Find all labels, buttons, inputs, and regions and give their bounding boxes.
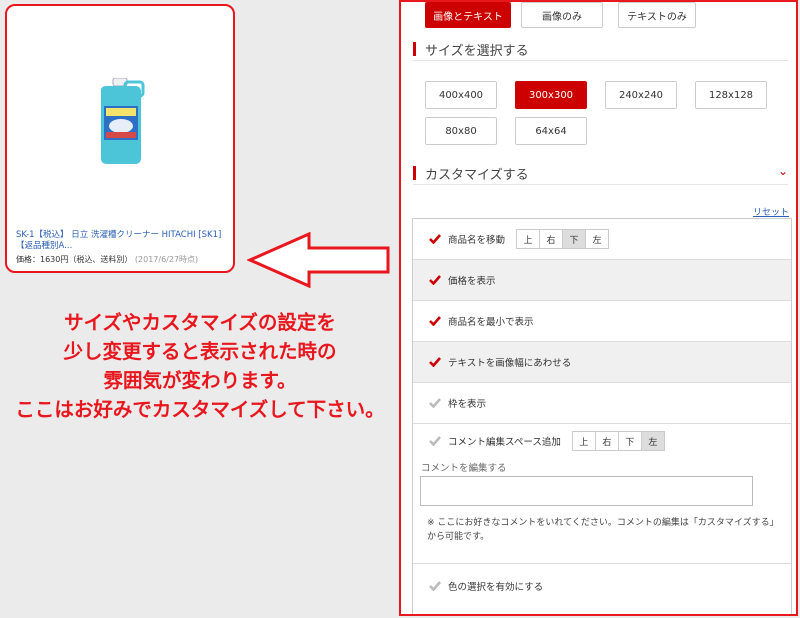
tab-image-and-text[interactable]: 画像とテキスト — [425, 2, 511, 28]
check-icon — [429, 316, 441, 326]
option-min-title[interactable]: 商品名を最小で表示 — [413, 301, 791, 342]
check-icon — [429, 581, 441, 591]
comment-position-top-button[interactable]: 上 — [571, 431, 596, 451]
size-80-button[interactable]: 80x80 — [425, 117, 497, 145]
position-bottom-button[interactable]: 下 — [562, 229, 587, 249]
comment-position-left-button[interactable]: 左 — [640, 431, 665, 451]
check-icon — [429, 275, 441, 285]
left-arrow-icon — [247, 232, 390, 288]
position-top-button[interactable]: 上 — [516, 229, 541, 249]
position-right-button[interactable]: 右 — [539, 229, 564, 249]
comment-position-buttons: 上 右 下 左 — [571, 431, 665, 451]
customize-section-header[interactable]: カスタマイズする ⌄ — [413, 162, 788, 185]
size-64-button[interactable]: 64x64 — [515, 117, 587, 145]
chevron-down-icon[interactable]: ⌄ — [778, 164, 788, 178]
check-icon — [429, 398, 441, 408]
size-240-button[interactable]: 240x240 — [605, 81, 677, 109]
instruction-message: サイズやカスタマイズの設定を 少し変更すると表示された時の 雰囲気が変わります。… — [15, 311, 385, 421]
comment-textarea[interactable] — [420, 476, 753, 506]
check-icon — [429, 234, 441, 244]
product-card[interactable]: SK-1【税込】 日立 洗濯槽クリーナー HITACHI [SK1] 【返品種別… — [5, 4, 235, 273]
size-128-button[interactable]: 128x128 — [695, 81, 767, 109]
size-300-button[interactable]: 300x300 — [515, 81, 587, 109]
title-position-buttons: 上 右 下 左 — [516, 229, 610, 249]
price-timestamp: (2017/6/27時点) — [134, 255, 199, 264]
tab-image-only[interactable]: 画像のみ — [521, 2, 603, 28]
reset-link[interactable]: リセット — [753, 205, 789, 218]
preview-area: SK-1【税込】 日立 洗濯槽クリーナー HITACHI [SK1] 【返品種別… — [0, 0, 400, 618]
customize-options: 商品名を移動 上 右 下 左 価格を表示 商品名を最小で表示 テキストを画像幅に… — [412, 218, 792, 614]
settings-panel: 画像とテキスト 画像のみ テキストのみ サイズを選択する 400x400 300… — [399, 0, 798, 616]
comment-note: ※ ここにお好きなコメントをいれてください。コメントの編集は「カスタマイズする」… — [427, 518, 779, 542]
option-fit-text-width[interactable]: テキストを画像幅にあわせる — [413, 342, 791, 383]
comment-field-label: コメントを編集する — [421, 463, 507, 474]
check-icon — [429, 357, 441, 367]
size-section-header: サイズを選択する — [413, 38, 788, 61]
comment-position-bottom-button[interactable]: 下 — [617, 431, 642, 451]
option-enable-color[interactable]: 色の選択を有効にする — [413, 564, 791, 608]
product-price: 価格：1630円（税込、送料別） (2017/6/27時点) — [16, 255, 199, 264]
tab-text-only[interactable]: テキストのみ — [618, 2, 696, 28]
section-marker — [413, 42, 416, 56]
section-marker — [413, 166, 416, 180]
comment-space-toggle[interactable]: コメント編集スペース追加 上 右 下 左 — [413, 424, 791, 458]
option-show-border[interactable]: 枠を表示 — [413, 383, 791, 424]
check-icon — [429, 436, 441, 446]
option-comment-space: コメント編集スペース追加 上 右 下 左 コメントを編集する ※ ここにお好きな… — [413, 424, 791, 564]
option-show-price[interactable]: 価格を表示 — [413, 260, 791, 301]
option-move-title[interactable]: 商品名を移動 上 右 下 左 — [413, 219, 791, 260]
size-400-button[interactable]: 400x400 — [425, 81, 497, 109]
product-title[interactable]: SK-1【税込】 日立 洗濯槽クリーナー HITACHI [SK1] 【返品種別… — [16, 230, 231, 252]
position-left-button[interactable]: 左 — [585, 229, 610, 249]
product-image — [101, 78, 145, 164]
comment-position-right-button[interactable]: 右 — [594, 431, 619, 451]
